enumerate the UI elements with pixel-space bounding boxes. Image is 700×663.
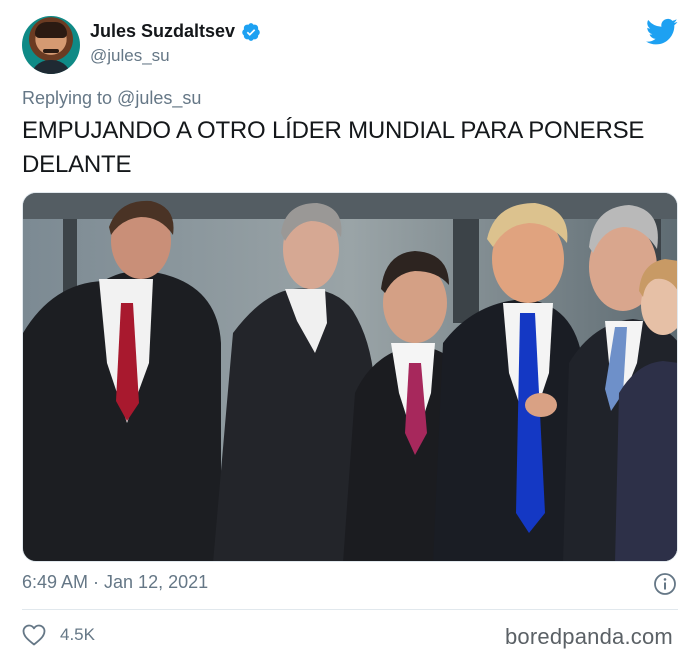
author-handle[interactable]: @jules_su — [90, 46, 170, 66]
reply-context[interactable]: Replying to @jules_su — [22, 88, 201, 109]
avatar[interactable] — [22, 16, 80, 74]
info-icon[interactable] — [653, 572, 677, 596]
author-display-name[interactable]: Jules Suzdaltsev — [90, 21, 235, 42]
tweet-media-photo[interactable] — [22, 192, 678, 562]
heart-icon[interactable] — [22, 624, 46, 646]
like-button[interactable]: 4.5K — [22, 624, 95, 646]
tweet-text: EMPUJANDO A OTRO LÍDER MUNDIAL PARA PONE… — [22, 117, 645, 178]
tweet-timestamp[interactable]: 6:49 AM · Jan 12, 2021 — [22, 572, 208, 593]
divider — [22, 609, 678, 610]
verified-badge-icon — [242, 22, 260, 41]
watermark: boredpanda.com — [505, 624, 673, 649]
like-count: 4.5K — [60, 625, 95, 644]
twitter-bird-icon[interactable] — [646, 18, 678, 46]
photo-illustration — [23, 193, 677, 561]
author-name-row: Jules Suzdaltsev — [90, 21, 261, 42]
